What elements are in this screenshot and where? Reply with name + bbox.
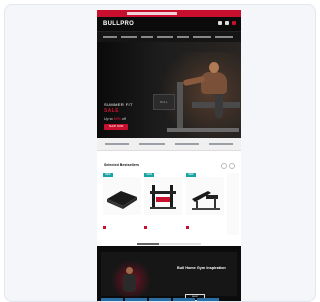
carousel-controls [221, 163, 235, 169]
machine-base [167, 128, 239, 132]
nav-item[interactable] [141, 35, 153, 38]
benefit-item [175, 143, 199, 145]
thumbnail[interactable] [173, 298, 195, 301]
benefit-item [105, 143, 129, 145]
nav-item[interactable] [193, 35, 211, 38]
promo-thumbnails [101, 298, 219, 301]
cart-icon[interactable] [232, 21, 236, 25]
thumbnail[interactable] [149, 298, 171, 301]
nav-item[interactable] [157, 35, 173, 38]
product-badge: NEW [103, 173, 113, 177]
sale-swatch [103, 226, 106, 229]
thumbnail[interactable] [125, 298, 147, 301]
announcement-text [127, 11, 177, 15]
screenshot-card: BULLPRO BULL SUMMER FIT SALE Up to 60% o… [4, 4, 316, 302]
promo-title: Bull Home Gym Inspiration [177, 266, 226, 270]
product-image[interactable] [185, 177, 224, 215]
promo-card[interactable]: Bull Home Gym Inspiration SHOP [101, 252, 237, 301]
nav-item[interactable] [177, 35, 189, 38]
sale-swatch [144, 226, 148, 229]
nav-item[interactable] [215, 35, 233, 38]
benefit-item [139, 143, 165, 145]
nav-item[interactable] [121, 35, 137, 38]
thumbnail[interactable] [101, 298, 123, 301]
athlete-image [215, 92, 223, 118]
sale-swatch [185, 226, 189, 229]
hero-banner[interactable]: BULL SUMMER FIT SALE Up to 60% off SHOP … [97, 42, 241, 138]
product-image[interactable] [144, 177, 183, 215]
benefit-item [209, 143, 233, 145]
nav-item[interactable] [103, 35, 117, 38]
header-icons [218, 21, 236, 25]
hero-eyebrow: SUMMER FIT [104, 102, 133, 107]
product-card[interactable]: NEW [144, 173, 183, 235]
shop-now-button[interactable]: SHOP NOW [104, 124, 128, 130]
product-card[interactable]: NEW [185, 173, 224, 235]
section-title: Selected Bestsellers [104, 163, 139, 167]
main-nav [97, 31, 241, 42]
benefits-strip [97, 138, 241, 151]
athlete-image [201, 72, 227, 94]
product-badge: NEW [144, 173, 155, 177]
search-icon[interactable] [218, 21, 222, 25]
site-header: BULLPRO [97, 17, 241, 31]
account-icon[interactable] [225, 21, 229, 25]
product-badge: NEW [185, 173, 196, 177]
logo[interactable]: BULLPRO [103, 20, 134, 28]
chevron-left-icon[interactable] [221, 163, 227, 169]
product-image[interactable] [103, 177, 141, 215]
bestsellers-section: Selected Bestsellers NEW NEW NEW [97, 151, 241, 253]
announcement-bar[interactable] [97, 10, 241, 17]
hero-title: SALE [104, 108, 119, 114]
hero-subtitle: Up to 60% off [104, 117, 126, 121]
athlete-image [209, 62, 219, 73]
webpage: BULLPRO BULL SUMMER FIT SALE Up to 60% o… [97, 10, 241, 301]
promo-banner: Bull Home Gym Inspiration SHOP [97, 246, 241, 301]
carousel-scrollbar[interactable] [137, 243, 201, 245]
chevron-right-icon[interactable] [229, 163, 235, 169]
scrollbar-thumb[interactable] [137, 243, 159, 245]
machine-frame [177, 82, 183, 128]
product-card[interactable]: NEW [103, 173, 141, 235]
machine-label: BULL [153, 94, 175, 110]
promo-image [126, 267, 133, 274]
product-carousel: NEW NEW NEW [103, 173, 239, 235]
thumbnail[interactable] [197, 298, 219, 301]
product-card-partial[interactable] [227, 173, 239, 235]
promo-image [123, 274, 136, 292]
